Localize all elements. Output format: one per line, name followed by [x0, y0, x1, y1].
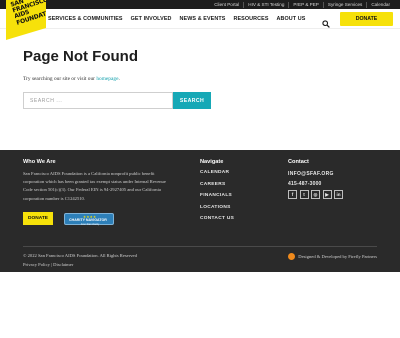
copyright-text: © 2022 San Francisco AIDS Foundation. Al…: [23, 253, 137, 258]
main-nav: SERVICES & COMMUNITIES GET INVOLVED NEWS…: [0, 9, 400, 29]
footer-divider: [23, 246, 377, 247]
search-form: SEARCH ... SEARCH: [23, 92, 211, 109]
nav-item-get-involved[interactable]: GET INVOLVED: [131, 16, 172, 22]
footer-navigate-heading: Navigate: [200, 159, 224, 165]
footer-link-financials[interactable]: FINANCIALS: [200, 193, 234, 198]
disclaimer-link[interactable]: Disclaimer: [53, 262, 73, 267]
hint-suffix: .: [118, 76, 120, 82]
firefly-logo-icon: [288, 253, 296, 260]
utility-link-calendar[interactable]: Calendar: [366, 1, 394, 8]
hint-text: Try searching our site or visit our: [23, 76, 97, 82]
social-links: f t ◎ ▶ in: [288, 190, 343, 199]
twitter-icon[interactable]: t: [299, 190, 309, 199]
charity-navigator-label: CHARITY NAVIGATOR: [69, 218, 107, 222]
linkedin-icon[interactable]: in: [334, 190, 343, 199]
footer-contact-heading: Contact: [288, 159, 309, 165]
utility-link-client-portal[interactable]: Client Portal: [210, 2, 243, 8]
nav-item-about-us[interactable]: ABOUT US: [277, 16, 306, 22]
contact-email-link[interactable]: INFO@SFAF.ORG: [288, 171, 334, 177]
donate-button[interactable]: DONATE: [340, 12, 393, 26]
instagram-icon[interactable]: ◎: [311, 190, 320, 199]
site-logo[interactable]: SAN FRANCISCO AIDS FOUNDATION: [6, 0, 46, 40]
search-input[interactable]: SEARCH ...: [23, 92, 173, 109]
footer-link-careers[interactable]: CAREERS: [200, 182, 234, 187]
homepage-link[interactable]: homepage: [96, 76, 118, 82]
privacy-policy-link[interactable]: Privacy Policy: [23, 262, 50, 267]
nav-item-news-events[interactable]: NEWS & EVENTS: [180, 16, 226, 22]
utility-link-syringe-services[interactable]: Syringe Services: [322, 1, 366, 8]
facebook-icon[interactable]: f: [288, 190, 297, 199]
utility-links: Client Portal HIV & STI Testing PrEP & P…: [210, 0, 394, 9]
not-found-message: Try searching our site or visit our home…: [23, 76, 120, 82]
charity-navigator-sub: Four Star Charity: [81, 222, 100, 226]
legal-separator: |: [51, 262, 52, 267]
designer-credit[interactable]: Designed & Developed by Firefly Partners: [288, 253, 377, 260]
footer-about-text: San Francisco AIDS Foundation is a Calif…: [23, 171, 166, 201]
footer-about-heading: Who We Are: [23, 159, 56, 165]
youtube-icon[interactable]: ▶: [322, 190, 332, 199]
footer-donate-button[interactable]: DONATE: [23, 212, 53, 225]
site-footer: Who We Are San Francisco AIDS Foundation…: [0, 150, 400, 272]
nav-item-services[interactable]: SERVICES & COMMUNITIES: [48, 16, 123, 22]
credit-text: Designed & Developed by Firefly Partners: [298, 254, 377, 259]
legal-links: Privacy Policy | Disclaimer: [23, 262, 73, 267]
page-title: Page Not Found: [23, 48, 138, 65]
nav-item-resources[interactable]: RESOURCES: [233, 16, 268, 22]
utility-bar: Client Portal HIV & STI Testing PrEP & P…: [0, 0, 400, 9]
charity-navigator-badge[interactable]: ★★★★ CHARITY NAVIGATOR Four Star Charity: [64, 213, 114, 226]
search-icon[interactable]: [322, 15, 330, 28]
footer-link-calendar[interactable]: CALENDAR: [200, 170, 234, 175]
footer-link-locations[interactable]: LOCATIONS: [200, 205, 234, 210]
utility-link-prep-pep[interactable]: PrEP & PEP: [288, 1, 322, 8]
footer-nav-list: CALENDAR CAREERS FINANCIALS LOCATIONS CO…: [200, 170, 234, 228]
utility-link-hiv-sti-testing[interactable]: HIV & STI Testing: [243, 1, 288, 8]
footer-link-contact-us[interactable]: CONTACT US: [200, 216, 234, 221]
main-menu: SERVICES & COMMUNITIES GET INVOLVED NEWS…: [48, 9, 313, 29]
contact-phone-link[interactable]: 415-487-3000: [288, 181, 322, 187]
search-button[interactable]: SEARCH: [173, 92, 211, 109]
